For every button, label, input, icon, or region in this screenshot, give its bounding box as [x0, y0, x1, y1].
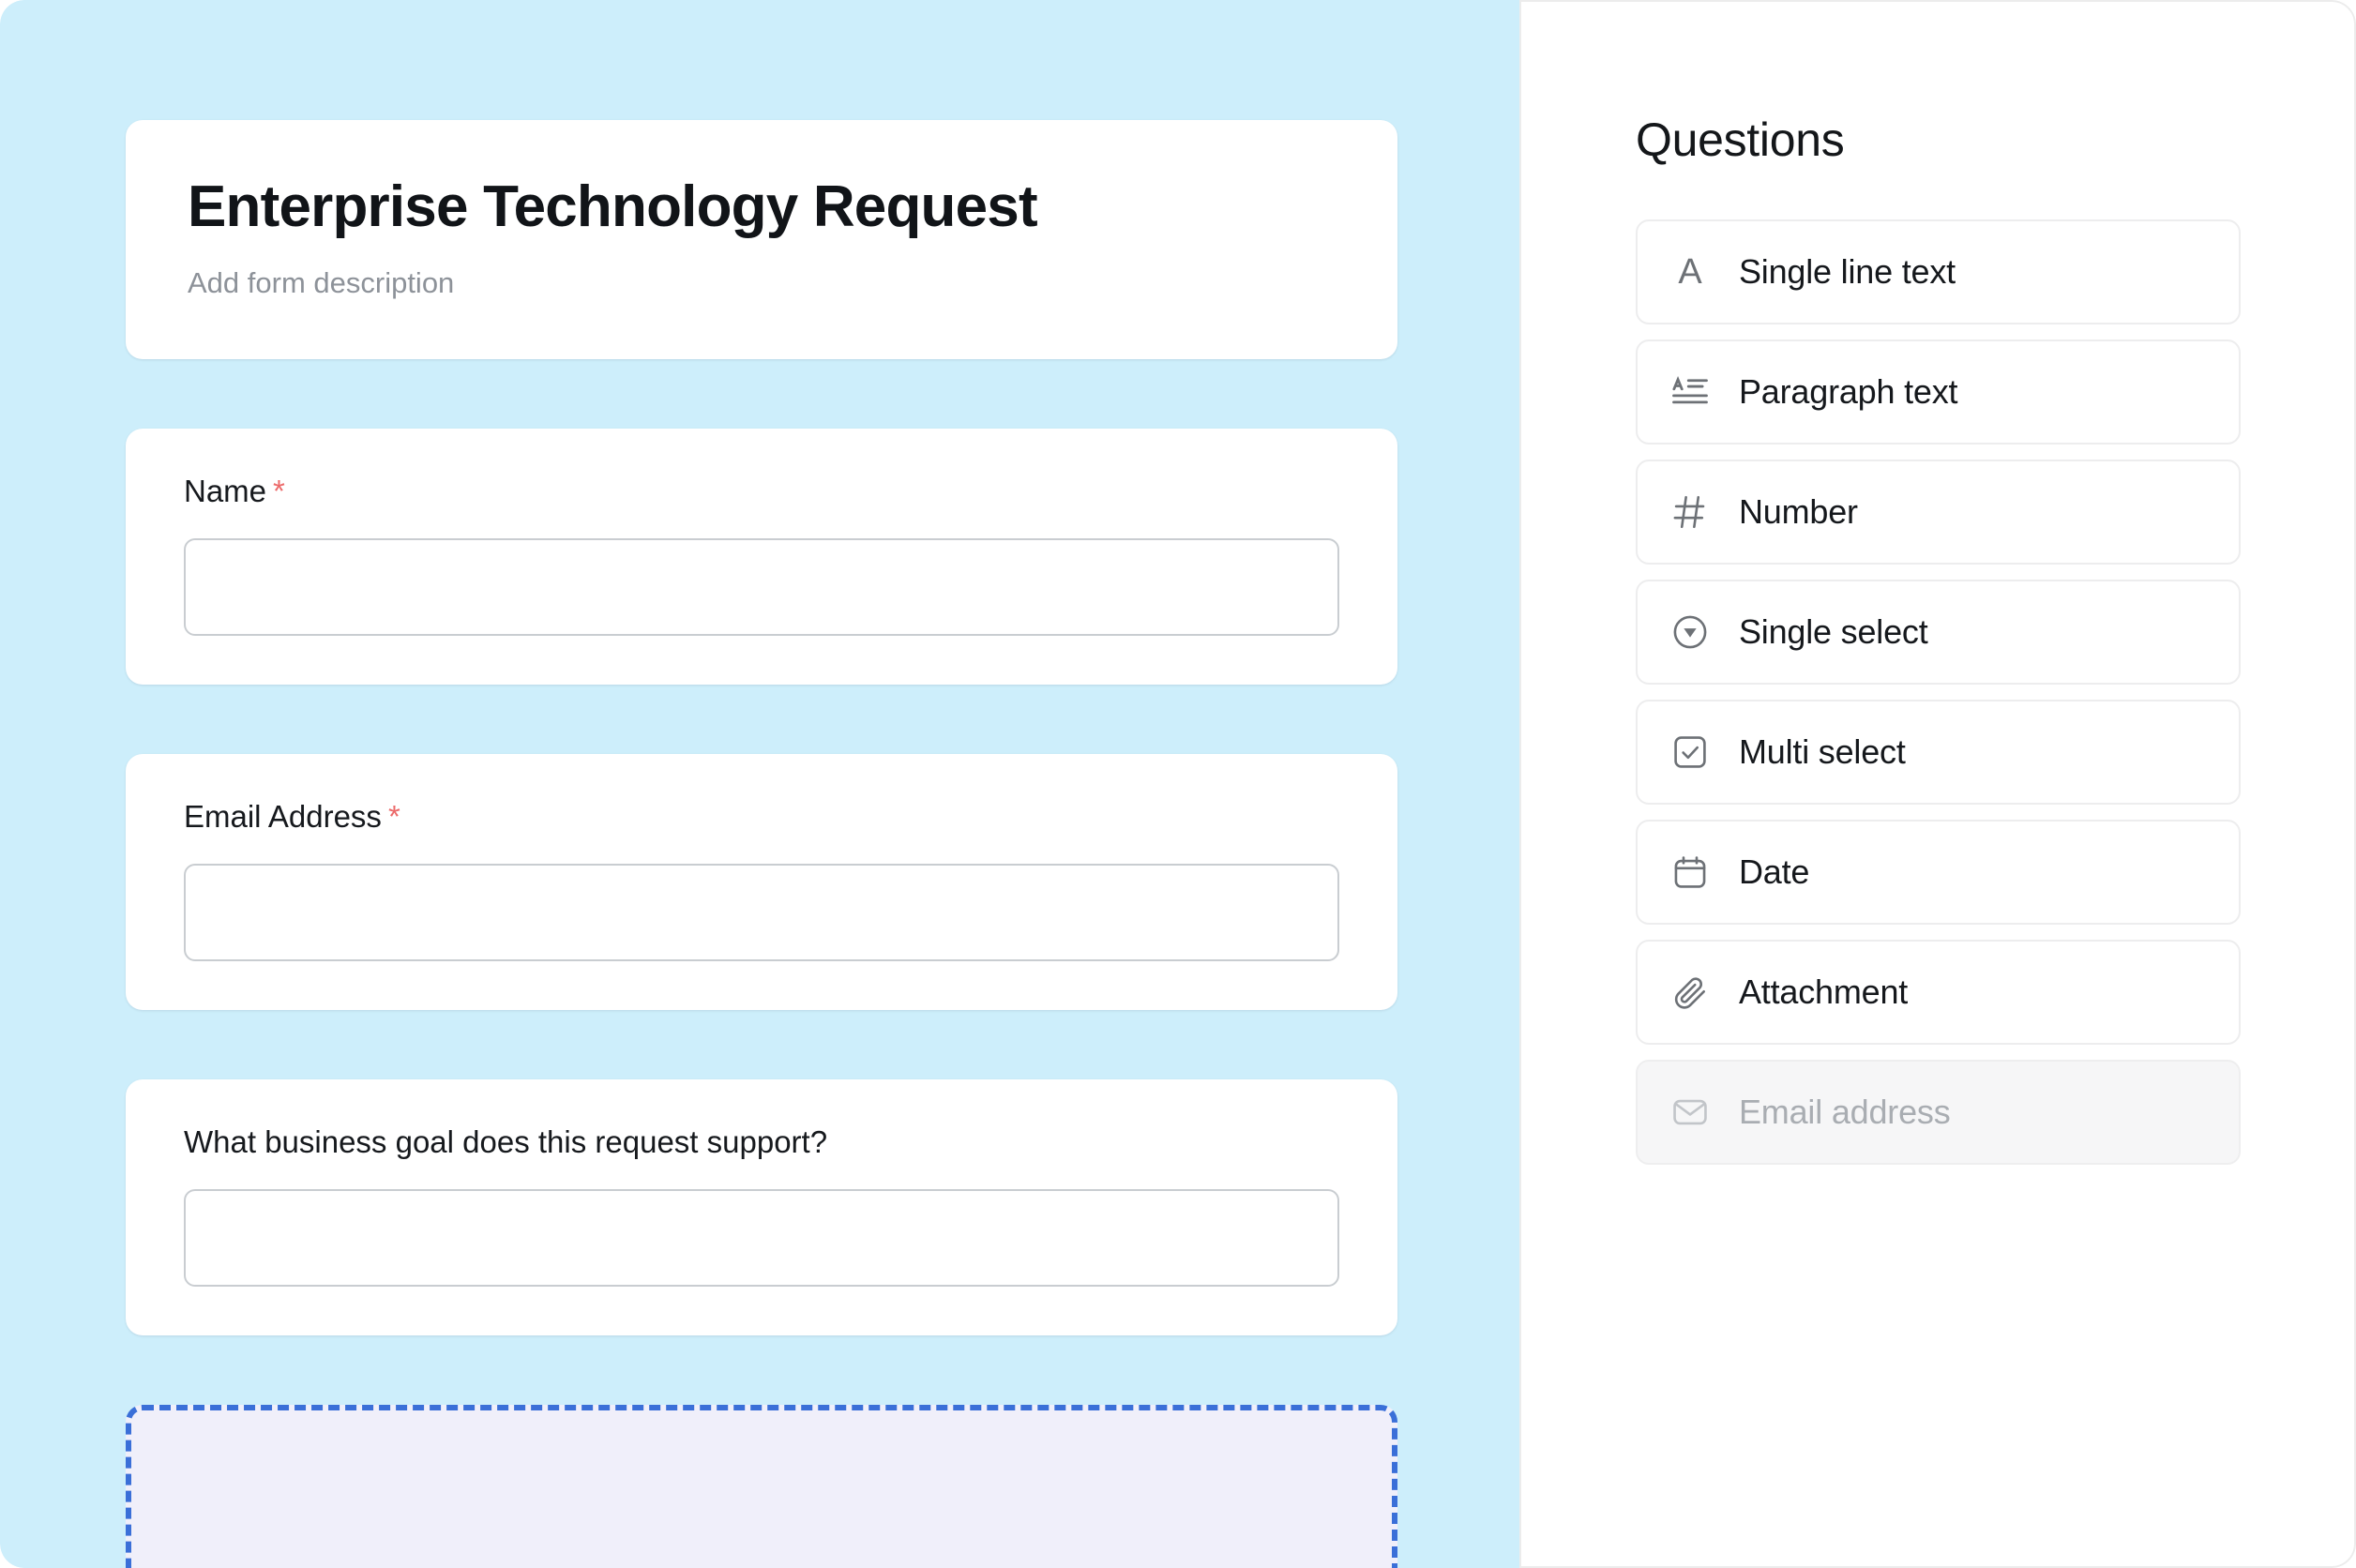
form-field-card[interactable]: Name *	[126, 428, 1397, 685]
question-type-label: Attachment	[1739, 972, 1909, 1011]
field-input-business-goal[interactable]	[184, 1189, 1339, 1288]
question-type-email-address: Email address	[1636, 1060, 2241, 1165]
question-type-single-line-text[interactable]: A Single line text	[1636, 219, 2241, 324]
question-type-list: A Single line text Paragraph text Number…	[1636, 219, 2241, 1165]
question-type-date[interactable]: Date	[1636, 820, 2241, 925]
question-type-paragraph-text[interactable]: Paragraph text	[1636, 339, 2241, 445]
form-block-stack: Enterprise Technology Request Add form d…	[126, 120, 1397, 1336]
field-input-email-address[interactable]	[184, 864, 1339, 962]
paragraph-text-icon	[1669, 371, 1711, 413]
questions-panel: Questions A Single line text Paragraph t…	[1519, 0, 2356, 1568]
hash-icon	[1669, 491, 1711, 533]
question-type-label: Paragraph text	[1739, 372, 1958, 411]
form-field-card[interactable]: Email Address *	[126, 753, 1397, 1011]
form-description-placeholder[interactable]: Add form description	[188, 265, 1336, 300]
field-label-row: Name *	[184, 472, 1339, 510]
question-type-label: Multi select	[1739, 732, 1906, 771]
question-type-number[interactable]: Number	[1636, 460, 2241, 565]
paperclip-icon	[1669, 972, 1711, 1013]
field-label: Email Address	[184, 798, 382, 834]
form-builder-app: Enterprise Technology Request Add form d…	[0, 0, 2356, 1568]
form-header-card[interactable]: Enterprise Technology Request Add form d…	[126, 120, 1397, 359]
question-type-single-select[interactable]: Single select	[1636, 580, 2241, 685]
field-input-name[interactable]	[184, 537, 1339, 636]
form-title[interactable]: Enterprise Technology Request	[188, 174, 1336, 239]
calendar-icon	[1669, 852, 1711, 893]
form-canvas: Enterprise Technology Request Add form d…	[0, 0, 1519, 1568]
question-type-label: Single line text	[1739, 252, 1956, 291]
letter-a-icon: A	[1678, 252, 1702, 292]
question-type-label: Email address	[1739, 1093, 1951, 1131]
circle-caret-down-icon	[1669, 611, 1711, 653]
required-marker: *	[273, 473, 285, 508]
question-type-label: Number	[1739, 492, 1858, 531]
field-label-row: What business goal does this request sup…	[184, 1123, 1339, 1161]
field-label-row: Email Address *	[184, 797, 1339, 836]
question-type-attachment[interactable]: Attachment	[1636, 940, 2241, 1045]
envelope-icon	[1669, 1092, 1711, 1133]
checkbox-checked-icon	[1669, 731, 1711, 773]
question-drop-zone[interactable]	[126, 1405, 1397, 1568]
questions-panel-heading: Questions	[1636, 113, 1845, 166]
required-marker: *	[387, 798, 400, 834]
question-type-label: Date	[1739, 852, 1810, 891]
field-label: Name	[184, 473, 267, 508]
question-type-multi-select[interactable]: Multi select	[1636, 700, 2241, 805]
field-label: What business goal does this request sup…	[184, 1124, 828, 1160]
question-type-label: Single select	[1739, 612, 1928, 651]
form-field-card[interactable]: What business goal does this request sup…	[126, 1079, 1397, 1336]
